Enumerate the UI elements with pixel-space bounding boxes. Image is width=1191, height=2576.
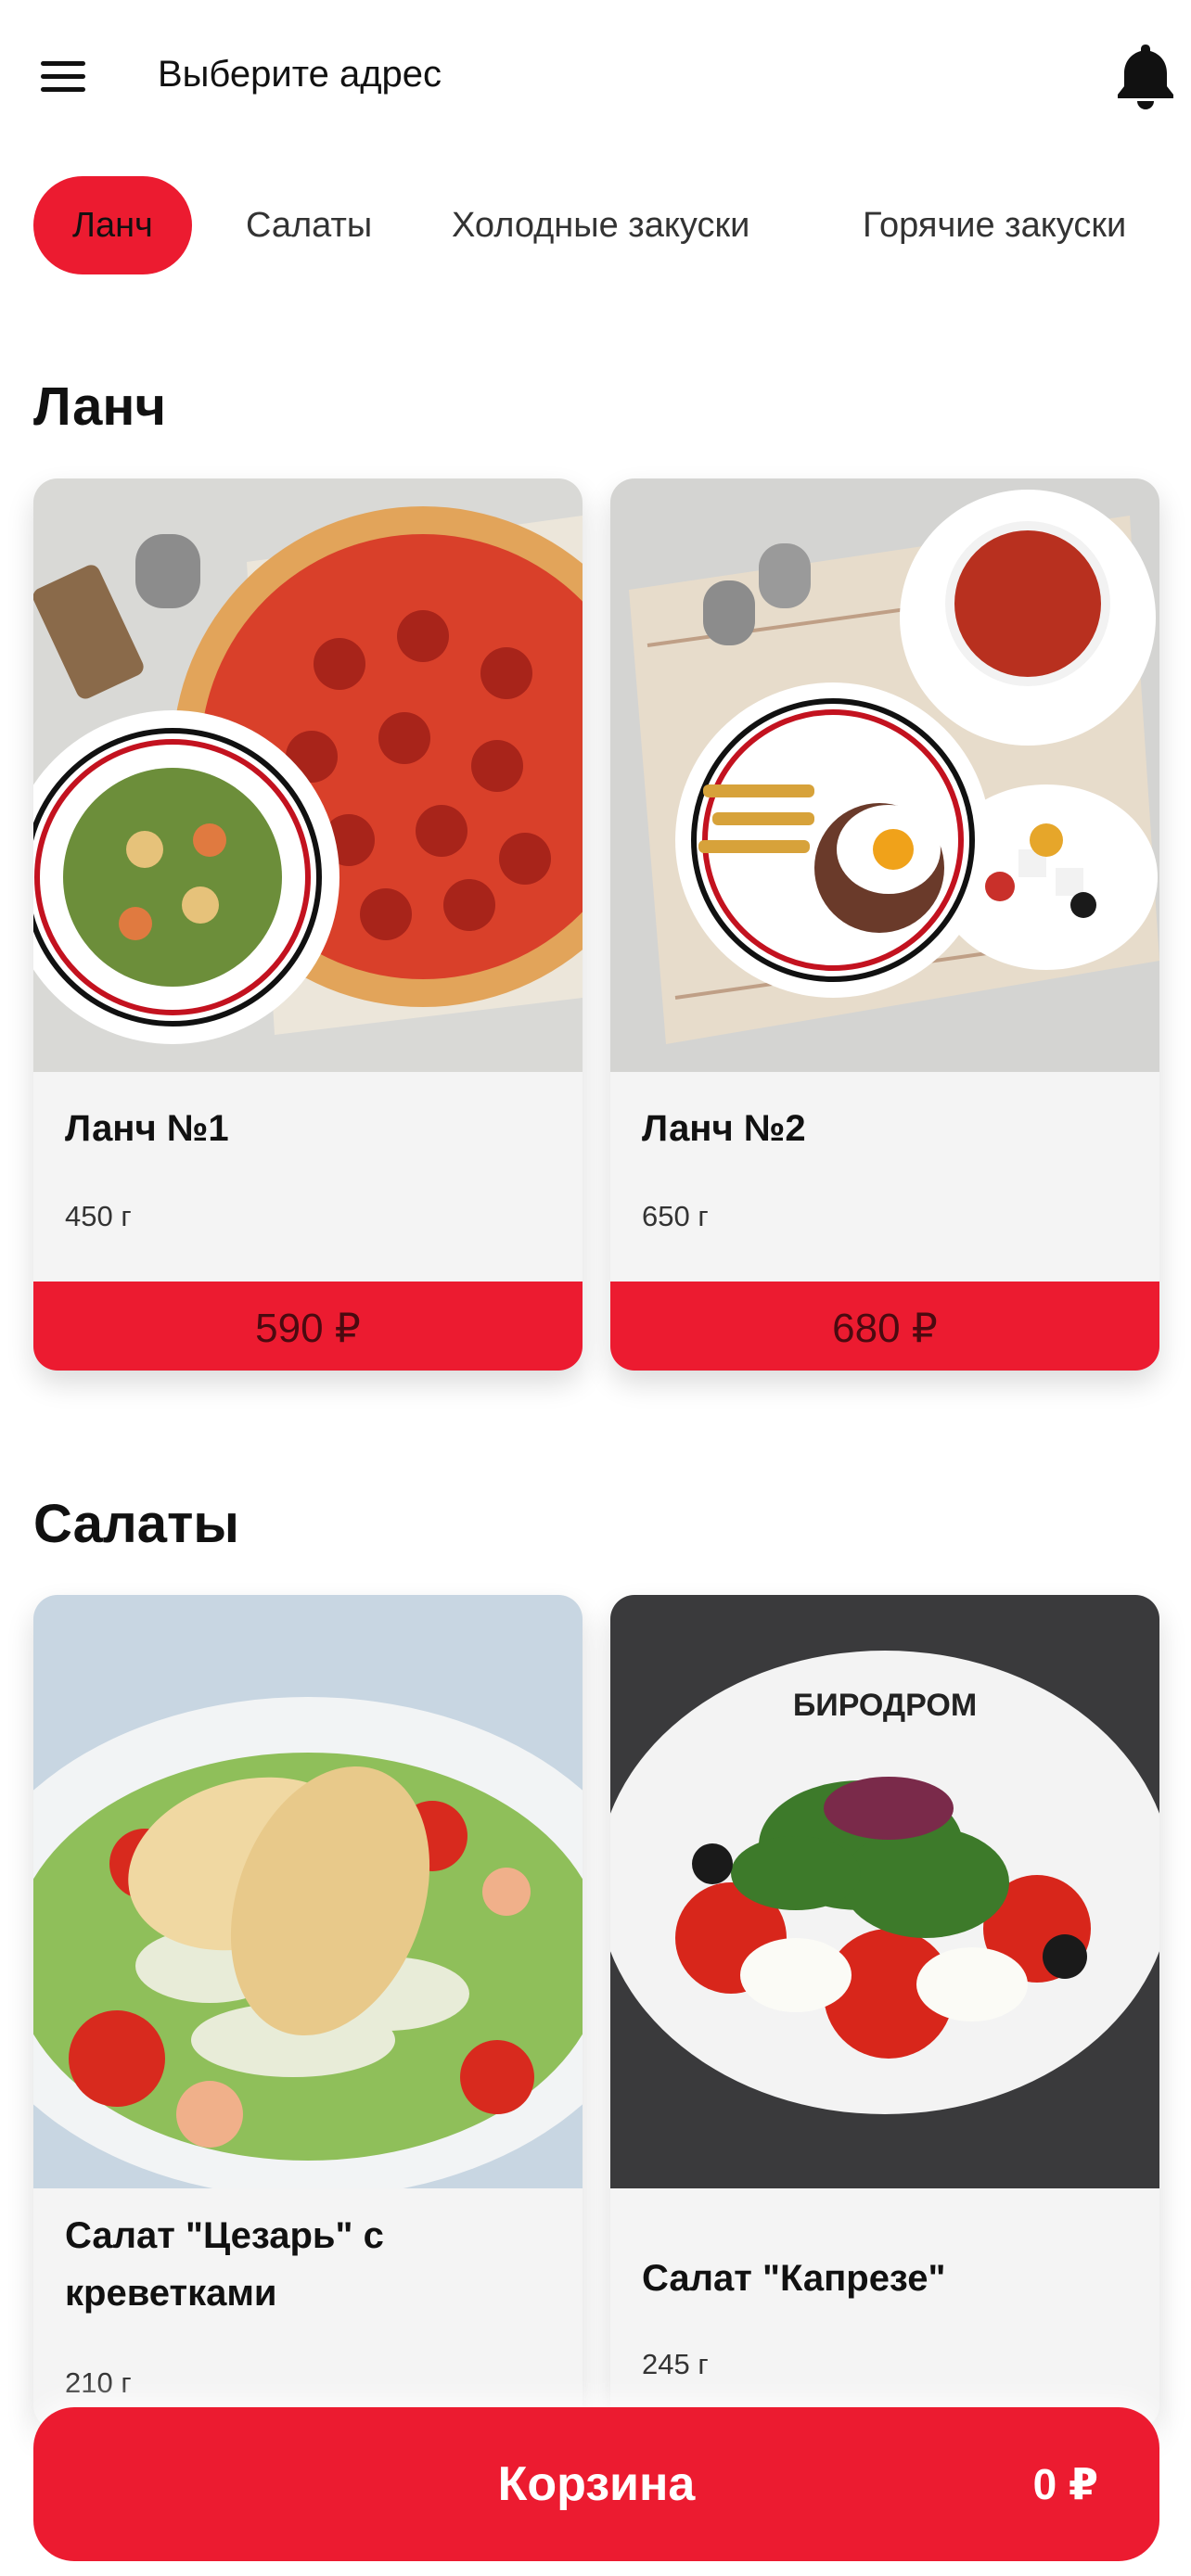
product-image <box>33 1595 583 2188</box>
product-image <box>33 478 583 1072</box>
product-weight: 210 г <box>65 2366 132 2399</box>
tab-cold-starters[interactable]: Холодные закуски <box>452 176 749 274</box>
section-title-salads: Салаты <box>33 1494 239 1554</box>
product-name: Ланч №2 <box>642 1108 806 1149</box>
product-weight: 245 г <box>642 2348 709 2380</box>
price-button[interactable]: 590 ₽ <box>33 1282 583 1371</box>
product-image <box>610 478 1159 1072</box>
top-bar: Выберите адрес <box>0 0 1191 153</box>
bell-icon[interactable] <box>1113 41 1178 111</box>
product-name: Салат "Цезарь" с креветками <box>65 2215 384 2314</box>
product-name: Салат "Капрезе" <box>642 2258 946 2299</box>
category-tabs: Ланч Салаты Холодные закуски Горячие зак… <box>0 176 1191 287</box>
product-card[interactable]: Ланч №2 650 г 680 ₽ <box>610 478 1159 1371</box>
tab-lunch[interactable]: Ланч <box>33 176 192 274</box>
tab-hot-starters[interactable]: Горячие закуски <box>863 176 1126 274</box>
menu-screen: Выберите адрес Ланч Салаты Холодные заку… <box>0 0 1191 2576</box>
svg-text:БИРОДРОМ: БИРОДРОМ <box>793 1688 977 1723</box>
product-weight: 650 г <box>642 1200 709 1232</box>
cart-button[interactable]: Корзина 0 ₽ <box>33 2407 1159 2561</box>
address-selector[interactable]: Выберите адрес <box>158 54 442 96</box>
price-button[interactable]: 680 ₽ <box>610 1282 1159 1371</box>
product-card[interactable]: БИРОДРОМ Салат "Капрезе" 245 г <box>610 1595 1159 2429</box>
cart-total: 0 ₽ <box>1032 2460 1098 2508</box>
cart-label: Корзина <box>497 2457 696 2511</box>
hamburger-menu-icon[interactable] <box>41 61 89 95</box>
tab-salads[interactable]: Салаты <box>246 176 372 274</box>
product-card[interactable]: Салат "Цезарь" с креветками 210 г <box>33 1595 583 2429</box>
product-name: Ланч №1 <box>65 1108 229 1149</box>
section-title-lunch: Ланч <box>33 376 167 437</box>
product-weight: 450 г <box>65 1200 132 1232</box>
product-image: БИРОДРОМ <box>610 1595 1159 2188</box>
product-card[interactable]: Ланч №1 450 г 590 ₽ <box>33 478 583 1371</box>
